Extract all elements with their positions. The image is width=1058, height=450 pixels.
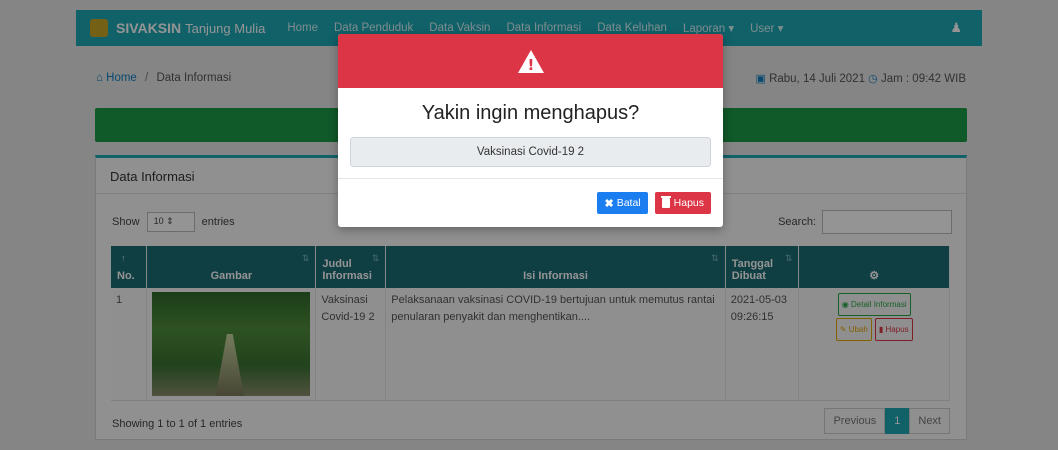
modal-item-name: Vaksinasi Covid-19 2 xyxy=(350,137,711,167)
trash-icon xyxy=(660,196,671,208)
confirm-delete-button[interactable]: Hapus xyxy=(654,192,711,214)
close-icon: ✖ xyxy=(604,197,614,210)
modal-body: Yakin ingin menghapus? Vaksinasi Covid-1… xyxy=(338,88,723,167)
modal-header xyxy=(338,34,723,88)
modal-title: Yakin ingin menghapus? xyxy=(421,102,640,124)
modal-footer: ✖ Batal Hapus xyxy=(338,178,723,227)
delete-confirm-modal: Yakin ingin menghapus? Vaksinasi Covid-1… xyxy=(338,34,723,227)
warning-icon xyxy=(517,49,544,74)
cancel-button[interactable]: ✖ Batal xyxy=(597,192,648,214)
